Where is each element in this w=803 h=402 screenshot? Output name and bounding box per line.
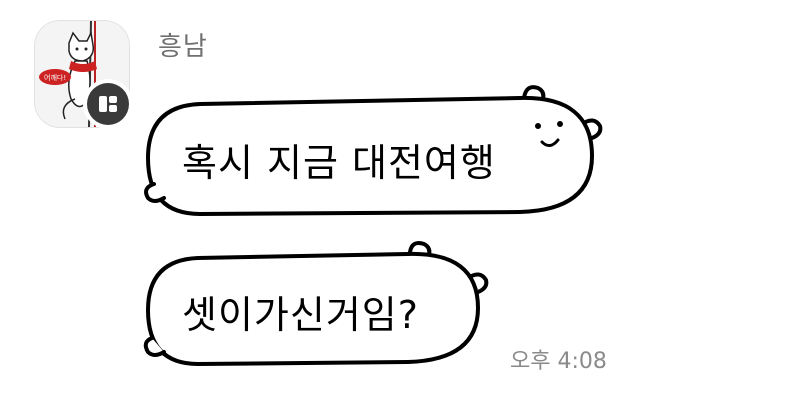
message-bubble[interactable]: 혹시 지금 대전여행 (140, 80, 610, 220)
message-bubble[interactable]: 셋이가신거임? (140, 238, 496, 368)
sender-name: 흥남 (158, 32, 208, 62)
message-text: 셋이가신거임? (182, 293, 419, 337)
kakao-channel-badge-icon (83, 79, 133, 129)
svg-text:어깨다!: 어깨다! (44, 73, 66, 82)
message-text: 혹시 지금 대전여행 (182, 141, 496, 185)
message-timestamp: 오후 4:08 (510, 349, 607, 374)
